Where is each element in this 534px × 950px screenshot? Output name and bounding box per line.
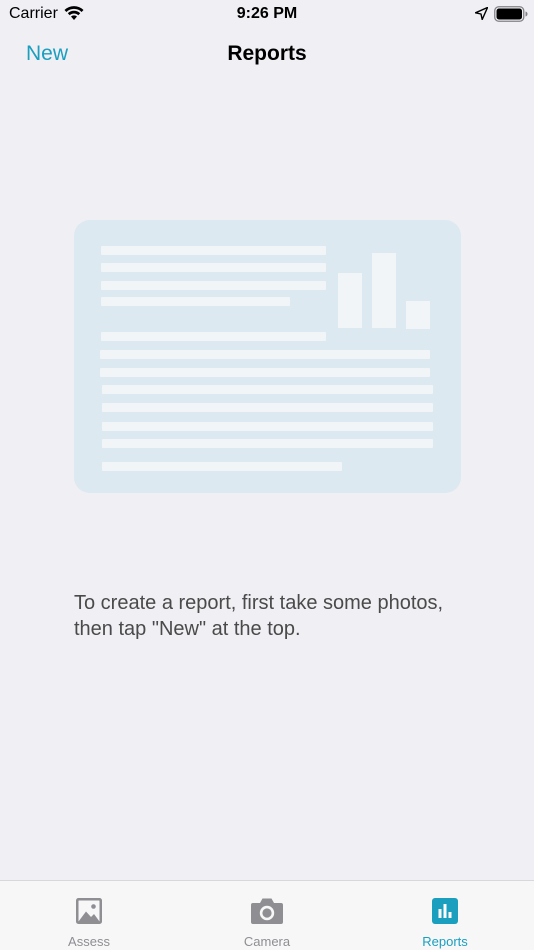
battery-icon (494, 6, 528, 22)
illustration-line (101, 297, 290, 306)
illustration-line (102, 462, 342, 471)
tab-label: Reports (422, 934, 468, 949)
tab-bar: Assess Camera Reports (0, 880, 534, 950)
illustration-bar (338, 273, 362, 328)
illustration-line (101, 281, 326, 290)
status-bar: Carrier 9:26 PM (0, 0, 534, 28)
report-placeholder-illustration (74, 220, 461, 493)
illustration-line (101, 332, 326, 341)
page-title: Reports (227, 42, 307, 65)
chart-icon (432, 898, 458, 924)
illustration-line (102, 403, 433, 412)
tab-label: Camera (243, 934, 291, 949)
empty-state-message: To create a report, first take some phot… (74, 592, 444, 640)
tab-reports[interactable]: Reports (356, 881, 534, 950)
illustration-line (102, 422, 433, 431)
status-time: 9:26 PM (236, 5, 298, 22)
tab-camera[interactable]: Camera (178, 881, 356, 950)
illustration-line (100, 350, 430, 359)
photo-icon (76, 898, 102, 924)
illustration-line (102, 385, 433, 394)
location-arrow-icon (475, 7, 488, 20)
illustration-line (101, 246, 326, 255)
illustration-bar (372, 253, 396, 328)
illustration-line (101, 263, 326, 272)
illustration-bar (406, 301, 430, 329)
illustration-line (102, 439, 433, 448)
illustration-line (100, 368, 430, 377)
camera-icon (251, 898, 283, 924)
tab-assess[interactable]: Assess (0, 881, 178, 950)
tab-label: Assess (68, 934, 110, 949)
